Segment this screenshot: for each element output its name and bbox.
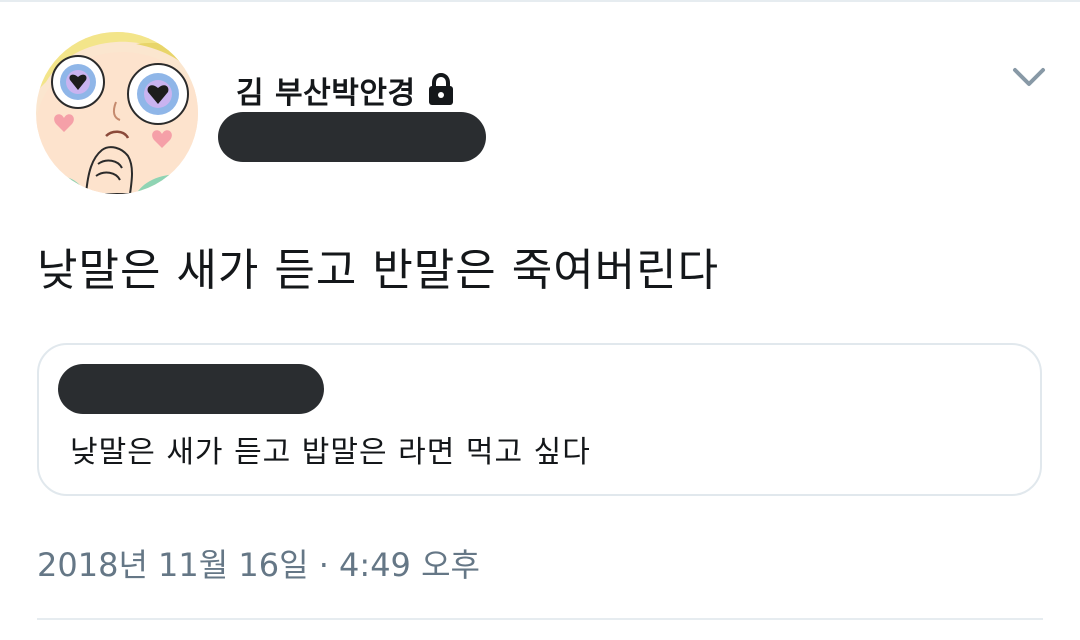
author-display-name[interactable]: 김 부산박안경 [236,68,416,112]
tweet-timestamp[interactable]: 2018년 11월 16일 · 4:49 오후 [37,540,480,586]
author-handle-redacted[interactable] [218,112,486,162]
quoted-tweet-card[interactable]: 낮말은 새가 듣고 밥말은 라면 먹고 싶다 [37,343,1042,496]
cartoon-avatar-icon [36,32,198,194]
author-name-row: 김 부산박안경 [236,68,456,112]
lock-icon [428,73,453,105]
quoted-tweet-text: 낮말은 새가 듣고 밥말은 라면 먹고 싶다 [70,435,591,470]
bottom-divider [37,618,1043,620]
tweet-text: 낮말은 새가 듣고 반말은 죽여버린다 [37,245,720,296]
chevron-down-icon[interactable] [1008,60,1050,96]
top-divider [0,0,1080,2]
avatar[interactable] [36,32,198,194]
quoted-author-redacted [58,364,324,414]
